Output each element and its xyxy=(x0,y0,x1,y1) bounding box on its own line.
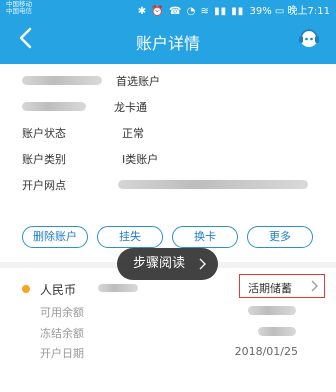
chevron-right-icon xyxy=(199,258,206,270)
masked-account-number xyxy=(22,76,102,85)
masked-branch-name xyxy=(118,180,308,189)
available-balance-label: 可用余额 xyxy=(40,306,84,319)
branch-label: 开户网点 xyxy=(22,179,66,192)
masked-available-balance xyxy=(248,306,296,315)
battery-level: 39% xyxy=(249,6,272,17)
step-reading-toast[interactable]: 步骤阅读 xyxy=(117,248,218,280)
account-number-row: 首选账户 xyxy=(0,70,336,90)
status-icons: ✱ ⏰ ☎ ◔ ≋ ▮▮ ▮▮ xyxy=(137,6,245,17)
account-status-label: 账户状态 xyxy=(22,127,66,140)
account-status-value: 正常 xyxy=(122,127,144,140)
step-reading-label: 步骤阅读 xyxy=(133,256,186,271)
account-type-row: 账户类别 I类账户 xyxy=(0,148,336,168)
replace-card-button[interactable]: 换卡 xyxy=(172,226,238,248)
carrier-line-2: 中国电信 xyxy=(6,7,32,15)
app-header: 中国移动 中国电信 ✱ ⏰ ☎ ◔ ≋ ▮▮ ▮▮ 39% ▭ 晚上7:11 账… xyxy=(0,0,336,64)
chevron-right-icon xyxy=(311,280,318,292)
branch-row: 开户网点 xyxy=(0,174,336,194)
open-date-value: 2018/01/25 xyxy=(234,345,298,358)
currency-name: 人民币 xyxy=(40,283,77,297)
currency-account: 人民币 活期储蓄 可用余额 冻结余额 开户日期 2018/01/25 xyxy=(0,270,336,392)
frozen-balance-label: 冻结余额 xyxy=(40,327,84,340)
card-type: 龙卡通 xyxy=(114,101,147,114)
account-status-row: 账户状态 正常 xyxy=(0,122,336,142)
report-loss-button[interactable]: 挂失 xyxy=(97,226,163,248)
account-type-value: I类账户 xyxy=(122,153,159,166)
masked-frozen-balance xyxy=(258,327,296,336)
card-row: 龙卡通 xyxy=(0,96,336,116)
primary-account-tag: 首选账户 xyxy=(116,75,160,88)
page-title: 账户详情 xyxy=(135,34,200,53)
carrier-info: 中国移动 中国电信 xyxy=(6,1,32,15)
customer-service-icon[interactable] xyxy=(296,26,322,50)
clock: 晚上7:11 xyxy=(287,6,330,17)
battery-icon: ▭ xyxy=(274,6,285,17)
delete-account-button[interactable]: 删除账户 xyxy=(22,226,88,248)
currency-dot xyxy=(22,285,30,293)
demand-deposit-button[interactable]: 活期储蓄 xyxy=(239,274,325,298)
demand-deposit-label: 活期储蓄 xyxy=(248,282,292,295)
open-date-label: 开户日期 xyxy=(40,347,84,360)
account-type-label: 账户类别 xyxy=(22,153,66,166)
more-button[interactable]: 更多 xyxy=(247,226,313,248)
status-right: ✱ ⏰ ☎ ◔ ≋ ▮▮ ▮▮ 39% ▭ 晚上7:11 xyxy=(138,2,330,17)
status-bar: 中国移动 中国电信 ✱ ⏰ ☎ ◔ ≋ ▮▮ ▮▮ 39% ▭ 晚上7:11 xyxy=(0,0,336,18)
masked-currency-detail xyxy=(98,284,138,292)
masked-card-name xyxy=(22,102,86,111)
